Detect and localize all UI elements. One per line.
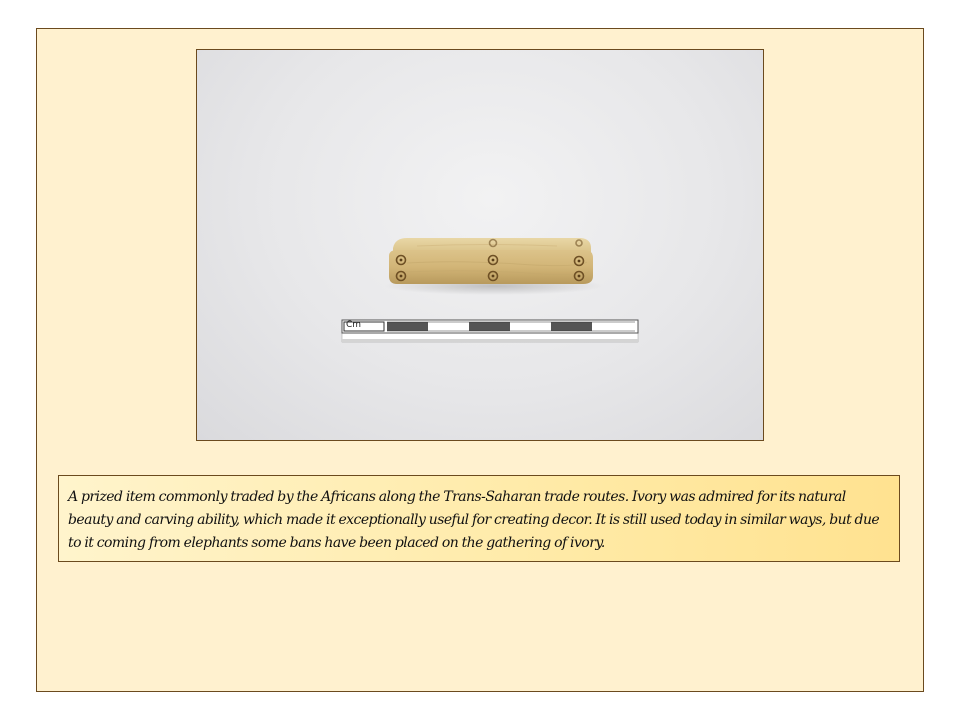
artifact-photo-image <box>341 238 639 343</box>
artifact-photo: Cm <box>196 49 764 441</box>
caption-text: A prized item commonly traded by the Afr… <box>68 489 880 551</box>
ruler-label: Cm <box>346 320 362 330</box>
caption-box: A prized item commonly traded by the Afr… <box>58 475 900 562</box>
